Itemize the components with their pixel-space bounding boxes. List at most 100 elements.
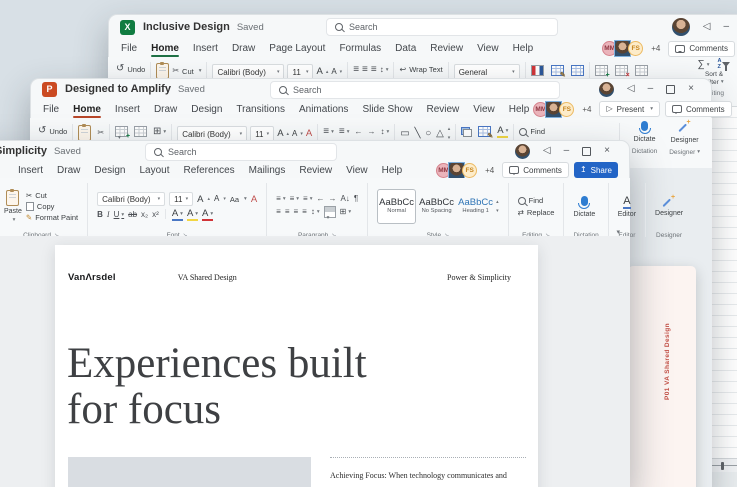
- feedback-icon[interactable]: ◁: [627, 84, 635, 94]
- sort-icon[interactable]: A↓: [340, 195, 349, 203]
- user-avatar[interactable]: [672, 18, 690, 36]
- grow-font-icon[interactable]: A: [277, 129, 283, 139]
- numbering-icon[interactable]: ≡: [339, 127, 350, 137]
- word-maximize-button[interactable]: [582, 147, 591, 156]
- underline-icon[interactable]: U: [114, 211, 125, 219]
- word-cut-button[interactable]: ✂ Cut: [26, 191, 78, 200]
- numbering-icon[interactable]: ≡: [290, 195, 299, 203]
- excel-tab-formulas[interactable]: Formulas: [332, 40, 388, 57]
- clear-formatting-icon[interactable]: A: [251, 195, 257, 205]
- increase-indent-icon[interactable]: →: [328, 195, 336, 203]
- italic-icon[interactable]: I: [107, 211, 110, 219]
- align-left-icon[interactable]: ≡: [353, 65, 359, 75]
- clear-formatting-icon[interactable]: A: [306, 129, 312, 139]
- sort-filter-icon[interactable]: AZ: [717, 59, 730, 70]
- autosum-icon[interactable]: ∑: [698, 60, 710, 70]
- word-editor-button[interactable]: A Editor: [618, 196, 636, 218]
- shapes-gallery-icon[interactable]: ▭ ╲ ○ △: [400, 129, 445, 139]
- grow-font-icon[interactable]: A: [316, 67, 322, 77]
- align-right-icon[interactable]: ≡: [294, 208, 299, 216]
- ppt-tab-draw[interactable]: Draw: [147, 101, 184, 118]
- word-page[interactable]: VanΛrsdel VA Shared Design Power & Simpl…: [55, 245, 538, 487]
- powerpoint-maximize-button[interactable]: [666, 85, 675, 94]
- align-center-icon[interactable]: ≡: [362, 65, 368, 75]
- ppt-collaborator-avatars[interactable]: MM FS: [536, 101, 574, 118]
- style-gallery-scroll[interactable]: ▴▾: [496, 199, 499, 214]
- excel-tab-file[interactable]: File: [114, 40, 144, 57]
- word-search-input[interactable]: Search: [145, 143, 337, 161]
- shrink-font-icon[interactable]: A: [292, 130, 297, 138]
- word-minimize-button[interactable]: –: [564, 146, 570, 156]
- word-tab-mailings[interactable]: Mailings: [242, 162, 293, 179]
- word-dictate-button[interactable]: Dictate: [573, 196, 595, 218]
- excel-tab-draw[interactable]: Draw: [225, 40, 262, 57]
- conditional-formatting-icon[interactable]: [531, 65, 544, 76]
- slide-layout-icon[interactable]: [134, 126, 147, 137]
- word-tab-insert[interactable]: Insert: [11, 162, 50, 179]
- style-normal[interactable]: AaBbCc Normal: [377, 189, 416, 224]
- format-cells-icon[interactable]: [635, 65, 648, 76]
- align-left-icon[interactable]: ≡: [276, 208, 281, 216]
- ppt-tab-slide-show[interactable]: Slide Show: [355, 101, 419, 118]
- format-as-table-icon[interactable]: ✎: [551, 65, 564, 76]
- ppt-tab-view[interactable]: View: [466, 101, 502, 118]
- excel-comments-button[interactable]: Comments: [668, 41, 735, 57]
- excel-tab-help[interactable]: Help: [506, 40, 541, 57]
- table-icon[interactable]: ⊞: [153, 127, 166, 137]
- ppt-comments-button[interactable]: Comments: [665, 101, 732, 117]
- excel-tab-view[interactable]: View: [470, 40, 506, 57]
- word-replace-button[interactable]: ⇄ Replace: [518, 208, 555, 217]
- word-find-button[interactable]: Find: [518, 196, 555, 205]
- line-spacing-icon[interactable]: ↕: [380, 128, 389, 136]
- word-font-name-select[interactable]: Calibri (Body) ▾: [97, 192, 165, 206]
- word-tab-layout[interactable]: Layout: [133, 162, 177, 179]
- avatar-overflow-count[interactable]: +4: [582, 105, 591, 114]
- delete-cells-icon[interactable]: ×: [615, 65, 628, 76]
- justify-icon[interactable]: ≡: [302, 208, 307, 216]
- word-collaborator-avatars[interactable]: MM FS: [439, 162, 477, 179]
- ppt-tab-home[interactable]: Home: [66, 101, 108, 118]
- font-color-icon[interactable]: A: [202, 209, 213, 221]
- cell-styles-icon[interactable]: [571, 65, 584, 76]
- ppt-present-button[interactable]: ▷ Present: [599, 101, 660, 117]
- avatar-overflow-count[interactable]: +4: [651, 44, 660, 53]
- increase-indent-icon[interactable]: →: [367, 128, 375, 136]
- word-tab-references[interactable]: References: [177, 162, 242, 179]
- ppt-tab-help[interactable]: Help: [502, 101, 537, 118]
- shape-fill-icon[interactable]: A: [497, 126, 508, 138]
- superscript-icon[interactable]: x²: [152, 211, 159, 219]
- align-center-icon[interactable]: ≡: [285, 208, 290, 216]
- arrange-icon[interactable]: [461, 127, 472, 137]
- quick-styles-icon[interactable]: ✎: [478, 126, 491, 137]
- word-close-button[interactable]: ×: [604, 146, 610, 156]
- line-spacing-icon[interactable]: ↕: [311, 208, 320, 216]
- ppt-tab-design[interactable]: Design: [184, 101, 229, 118]
- excel-cut-button[interactable]: ✂ Cut: [172, 67, 201, 76]
- collapse-ribbon-icon[interactable]: ▾: [616, 228, 620, 236]
- excel-search-input[interactable]: Search: [326, 18, 558, 36]
- word-tab-view[interactable]: View: [339, 162, 375, 179]
- text-effects-icon[interactable]: A: [172, 209, 183, 221]
- word-tab-design[interactable]: Design: [87, 162, 132, 179]
- subscript-icon[interactable]: x₂: [141, 211, 148, 219]
- excel-collaborator-avatars[interactable]: MM FS: [605, 40, 643, 57]
- decrease-indent-icon[interactable]: ←: [354, 128, 362, 136]
- scrollbar-handle[interactable]: [721, 462, 724, 470]
- ppt-find-button[interactable]: Find: [519, 127, 545, 136]
- powerpoint-minimize-button[interactable]: –: [648, 84, 654, 94]
- avatar-overflow-count[interactable]: +4: [485, 166, 494, 175]
- ppt-dictate-button[interactable]: Dictate Dictation: [632, 121, 657, 156]
- word-paste-button[interactable]: Paste: [4, 190, 22, 223]
- word-tab-review[interactable]: Review: [292, 162, 339, 179]
- powerpoint-search-input[interactable]: Search: [270, 81, 560, 99]
- strikethrough-icon[interactable]: ab: [128, 211, 137, 219]
- excel-undo-button[interactable]: ↺ Undo: [116, 64, 145, 74]
- change-case-icon[interactable]: Aa: [230, 195, 247, 204]
- word-comments-button[interactable]: Comments: [502, 162, 569, 178]
- word-copy-button[interactable]: Copy: [26, 202, 78, 211]
- ppt-tab-animations[interactable]: Animations: [292, 101, 355, 118]
- word-share-button[interactable]: ↥ Share: [574, 162, 618, 178]
- feedback-icon[interactable]: ◁: [543, 146, 551, 156]
- user-avatar[interactable]: [599, 82, 614, 97]
- user-avatar[interactable]: [515, 144, 530, 159]
